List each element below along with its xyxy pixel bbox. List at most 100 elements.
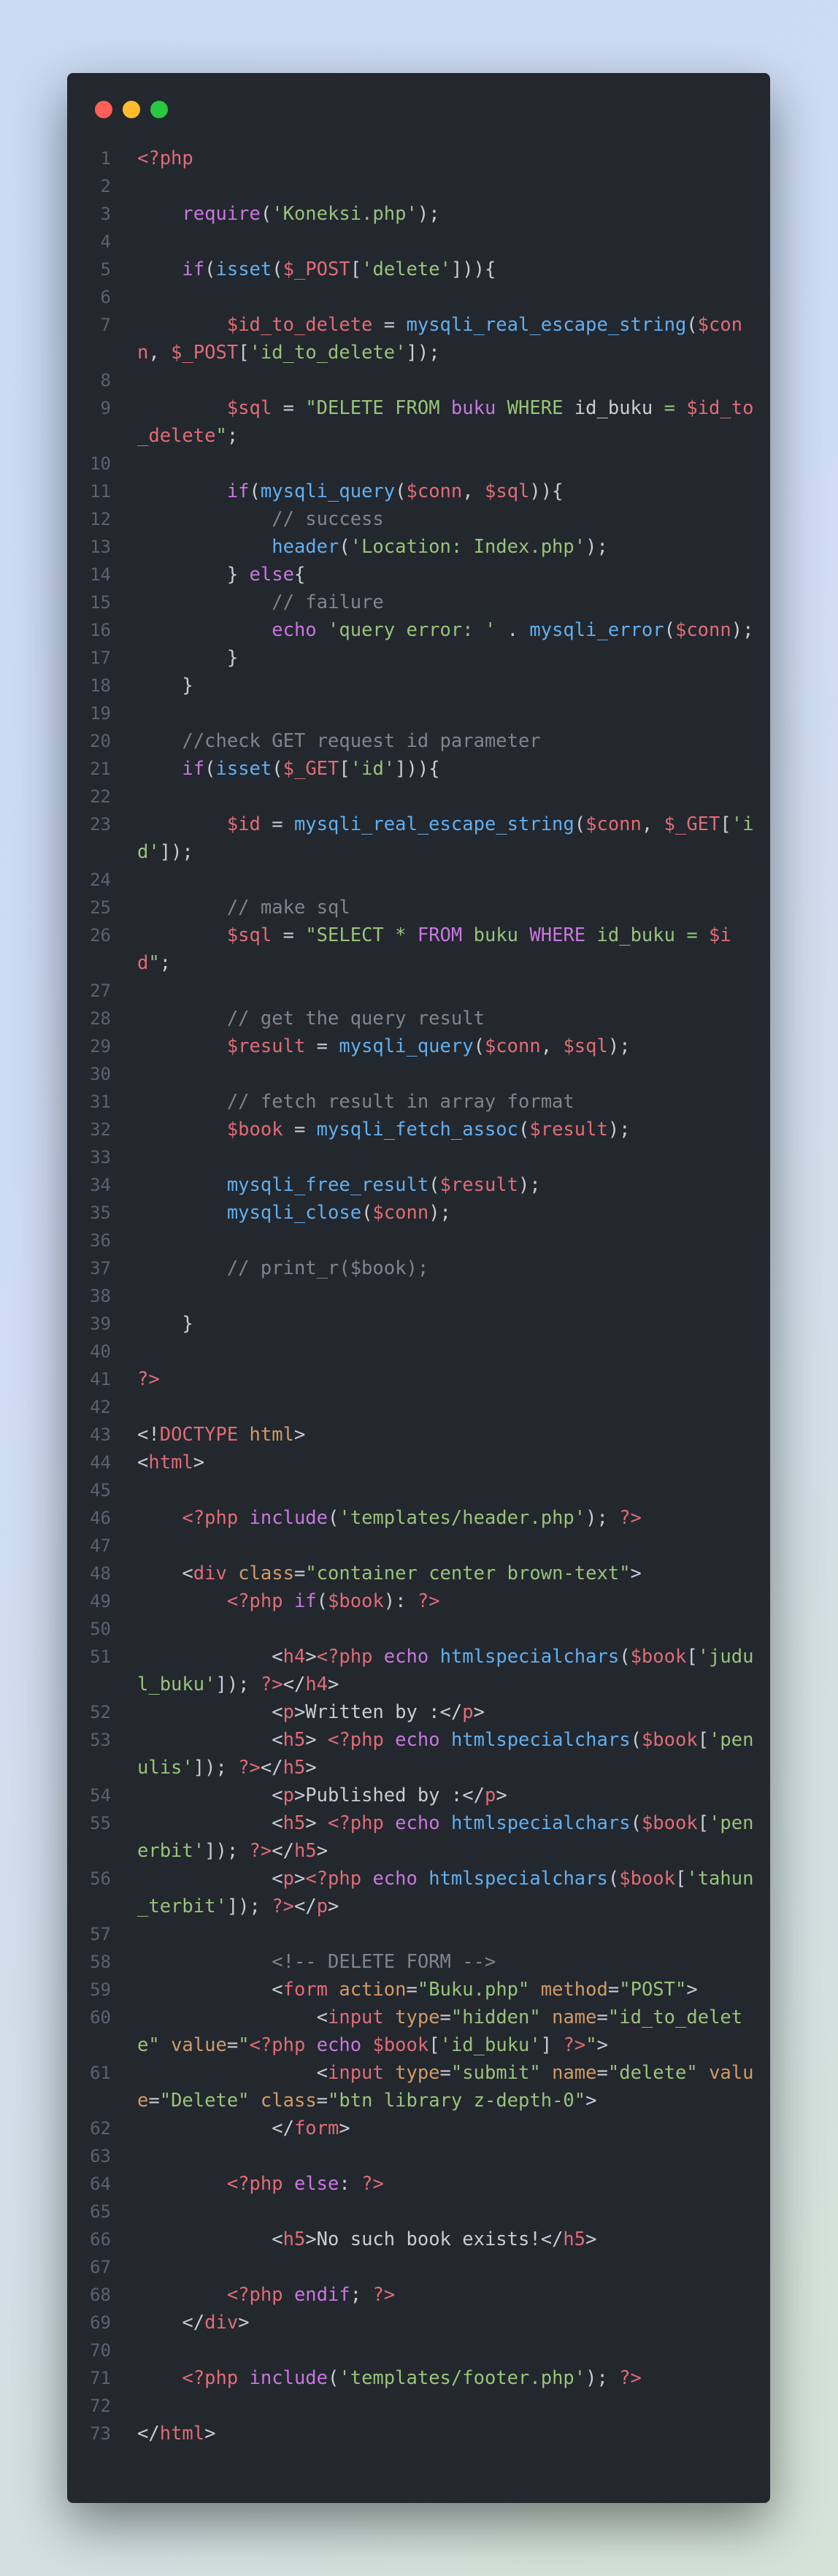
code-line: 45 [67,1476,770,1504]
code-line: 5 if(isset($_POST['delete'])){ [67,256,770,283]
code-text: <input type="submit" name="delete" value… [137,2059,754,2115]
code-token: require [182,203,261,225]
code-token: </ [137,2117,294,2139]
line-number: 63 [90,2146,111,2166]
code-token: ( [574,813,586,835]
code-line: 25 // make sql [67,894,770,921]
code-token: 'query error: ' [328,619,496,641]
maximize-dot-icon [150,101,168,118]
minimize-dot-icon [123,101,140,118]
code-line: 8 [67,367,770,394]
line-number: 28 [90,1008,111,1029]
code-token: >Published by :</ [293,1785,485,1806]
window-controls [95,101,168,118]
code-token: echo [383,1646,429,1668]
code-token: mysqli_query [339,1035,474,1057]
line-number: 18 [90,675,111,696]
code-token: WHERE [496,397,574,419]
code-line: 11 if(mysqli_query($conn, $sql)){ [67,478,770,505]
code-token: < [137,2006,328,2028]
code-token: < [137,1785,283,1806]
line-number: 21 [90,759,111,779]
code-line: 43 <!DOCTYPE html> [67,1421,770,1449]
line-number: 58 [90,1952,111,1972]
code-token: ( [328,2367,339,2389]
code-token: > [293,1868,306,1890]
code-token: p [484,1785,496,1806]
line-number: 37 [90,1258,111,1279]
code-line: 14 } else{ [67,561,770,589]
line-number: 67 [90,2257,111,2277]
line-number: 30 [90,1064,111,1084]
code-token: > [596,2034,608,2056]
code-token: < [137,2228,283,2250]
code-token: // get the query result [226,1008,485,1030]
code-token: ?> [272,1895,294,1917]
code-text: //check GET request id parameter [137,727,754,755]
code-token: form [282,1979,328,2001]
code-token: </ [137,2312,205,2334]
code-line: 29 $result = mysqli_query($conn, $sql); [67,1032,770,1060]
code-token: type [395,2062,440,2084]
code-text: // get the query result [137,1005,754,1032]
code-line: 68 <?php endif; ?> [67,2281,770,2309]
code-token: <?php [182,2367,239,2389]
code-token: < [137,1812,283,1834]
code-text: // make sql [137,894,754,921]
line-number: 70 [90,2340,111,2361]
code-token: $book [328,1590,384,1612]
code-token: } [137,1313,193,1335]
code-token: $_GET [664,813,720,835]
line-number: 38 [90,1286,111,1306]
code-text: <input type="hidden" name="id_to_delete"… [137,2004,754,2059]
code-token: buku [450,397,496,419]
code-token: " [215,425,227,447]
code-token: type [395,2006,440,2028]
code-token: " [238,2034,250,2056]
code-line: 1 <?php [67,145,770,172]
line-number: 65 [90,2201,111,2222]
code-token: input [328,2006,384,2028]
code-token: <! [137,1424,160,1446]
code-token: "DELETE FROM [305,397,451,419]
code-token: $book [226,1119,283,1141]
code-window: 1 <?php 2 3 require('Koneksi.php'); 4 5 if(is… [67,73,770,2503]
line-number: 26 [90,925,111,946]
code-token: FROM [417,924,463,946]
code-line: 3 require('Koneksi.php'); [67,200,770,228]
code-token: ; [159,952,172,974]
code-line: 67 [67,2253,770,2281]
code-token: = [439,2062,451,2084]
code-line: 44 <html> [67,1449,770,1476]
line-number: 73 [90,2423,111,2444]
code-token: mysqli_query [260,480,396,502]
code-token: <?php [226,2284,283,2306]
code-line: 64 <?php else: ?> [67,2170,770,2198]
line-number: 31 [90,1092,111,1112]
code-line: 19 [67,699,770,727]
code-token: ?> [238,1757,261,1779]
code-line: 24 [67,866,770,894]
line-number: 10 [90,453,111,474]
code-token: input [328,2062,384,2084]
line-number: 45 [90,1480,111,1500]
code-token: [ [697,1729,710,1751]
code-token: = [260,813,294,835]
code-text: // print_r($book); [137,1254,754,1282]
code-token: "btn library z-depth-0" [328,2090,586,2112]
code-line: 58 <!-- DELETE FORM --> [67,1948,770,1976]
